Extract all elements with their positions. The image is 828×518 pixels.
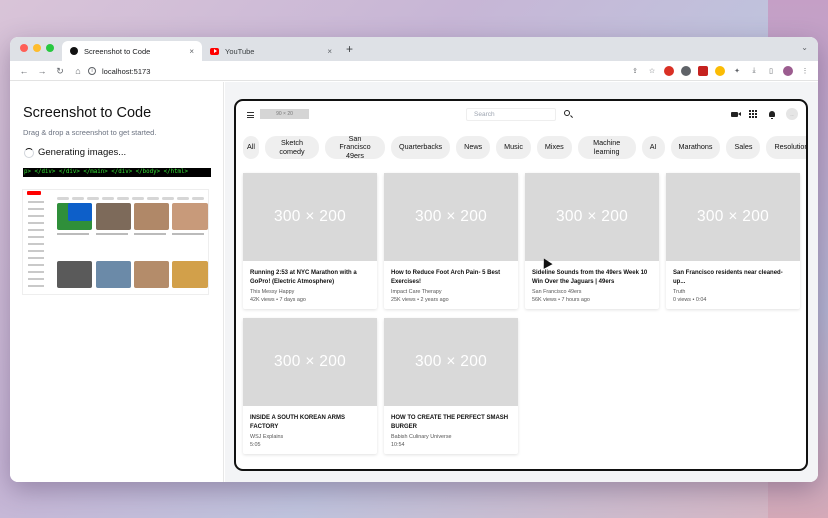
browser-toolbar: ← → ↻ ⌂ i localhost:5173 ⇪ ☆ ✦ ⤓ ▯ ⋮ (10, 61, 818, 81)
chip-machine-learning[interactable]: Machine learning (577, 136, 636, 159)
logo-placeholder[interactable]: 90 × 20 (260, 109, 309, 119)
home-button[interactable]: ⌂ (69, 66, 87, 76)
video-meta: 25K views • 2 years ago (391, 297, 449, 303)
page-title: Screenshot to Code (23, 105, 152, 121)
tab-close-icon[interactable]: × (189, 47, 194, 56)
video-title[interactable]: HOW TO CREATE THE PERFECT SMASH BURGER (391, 414, 513, 432)
extensions-bar: ⇪ ☆ ✦ ⤓ ▯ ⋮ (630, 64, 810, 78)
chip-music[interactable]: Music (496, 136, 531, 159)
video-title[interactable]: Running 2:53 at NYC Marathon with a GoPr… (250, 269, 372, 287)
uploaded-screenshot-thumbnail (23, 190, 208, 294)
browser-menu-icon[interactable]: ⋮ (800, 66, 810, 76)
video-channel[interactable]: Truth (673, 289, 685, 295)
chip-ai[interactable]: AI (641, 136, 665, 159)
sidebar-panel: Screenshot to Code Drag & drop a screens… (10, 82, 224, 482)
chip-all[interactable]: All (243, 136, 259, 159)
download-icon[interactable]: ⤓ (749, 66, 759, 76)
tab-screenshot-to-code[interactable]: Screenshot to Code × (62, 41, 202, 61)
address-bar[interactable]: i localhost:5173 (88, 64, 608, 78)
video-channel[interactable]: Babish Culinary Universe (391, 434, 452, 440)
search-input[interactable]: Search (466, 108, 556, 121)
preview-area: 90 × 20 Search ... All Sketch comedy San… (225, 82, 818, 482)
site-info-icon[interactable]: i (88, 67, 96, 75)
video-thumbnail[interactable]: 300 × 200 (384, 318, 518, 406)
new-tab-button[interactable]: + (346, 42, 353, 56)
video-meta: 10:54 (391, 442, 405, 448)
chip-san-francisco-49ers[interactable]: San Francisco 49ers (325, 134, 385, 160)
header-actions: ... (729, 108, 798, 120)
video-thumbnail[interactable]: 300 × 200 (666, 173, 800, 261)
sidebar-panel-icon[interactable]: ▯ (766, 66, 776, 76)
window-controls (20, 44, 54, 52)
tab-label: YouTube (225, 46, 255, 56)
page-subtitle: Drag & drop a screenshot to get started. (23, 128, 157, 137)
video-card[interactable]: 300 × 200 HOW TO CREATE THE PERFECT SMAS… (384, 318, 518, 454)
extension-pdf-icon[interactable] (698, 66, 708, 76)
video-meta: 42K views • 7 days ago (250, 297, 306, 303)
video-card[interactable]: 300 × 200 San Francisco residents near c… (666, 173, 800, 309)
tab-search-chevron-icon[interactable]: ⌄ (801, 43, 808, 52)
profile-avatar[interactable] (783, 66, 793, 76)
chip-quarterbacks[interactable]: Quarterbacks (391, 136, 451, 159)
tab-label: Screenshot to Code (84, 46, 151, 56)
app-favicon-icon (70, 47, 78, 55)
extension-red-icon[interactable] (664, 66, 674, 76)
video-card[interactable]: 300 × 200 Sideline Sounds from the 49ers… (525, 173, 659, 309)
youtube-favicon-icon (210, 47, 219, 55)
code-stream-output: p> </div> </div> </main> </div> </body> … (23, 168, 211, 177)
tab-close-icon[interactable]: × (327, 47, 332, 56)
video-channel[interactable]: Impact Care Therapy (391, 289, 442, 295)
extension-yellow-icon[interactable] (715, 66, 725, 76)
chip-resolutions[interactable]: Resolutions (766, 136, 806, 159)
video-title[interactable]: INSIDE A SOUTH KOREAN ARMS FACTORY (250, 414, 372, 432)
video-title[interactable]: How to Reduce Foot Arch Pain- 5 Best Exe… (391, 269, 513, 287)
url-text: localhost:5173 (102, 66, 151, 76)
video-thumbnail[interactable]: 300 × 200 (243, 318, 377, 406)
tab-youtube[interactable]: YouTube × (202, 41, 340, 61)
minimize-window-button[interactable] (33, 44, 41, 52)
create-video-icon[interactable] (729, 109, 741, 119)
generation-status: Generating images... (38, 147, 127, 158)
user-avatar[interactable]: ... (786, 108, 798, 120)
chip-marathons[interactable]: Marathons (670, 136, 721, 159)
video-title[interactable]: Sideline Sounds from the 49ers Week 10 W… (532, 269, 654, 287)
video-thumbnail[interactable]: 300 × 200 (525, 173, 659, 261)
video-thumbnail[interactable]: 300 × 200 (384, 173, 518, 261)
chip-sales[interactable]: Sales (726, 136, 761, 159)
chip-sketch-comedy[interactable]: Sketch comedy (265, 136, 319, 159)
search-icon[interactable] (564, 110, 570, 116)
share-icon[interactable]: ⇪ (630, 66, 640, 76)
video-channel[interactable]: WSJ Explains (250, 434, 283, 440)
close-window-button[interactable] (20, 44, 28, 52)
maximize-window-button[interactable] (46, 44, 54, 52)
browser-window: Screenshot to Code × YouTube × + ⌄ ← → ↻… (10, 37, 818, 482)
video-meta: 56K views • 7 hours ago (532, 297, 590, 303)
apps-grid-icon[interactable] (748, 109, 758, 119)
loading-spinner-icon (24, 148, 34, 158)
back-button[interactable]: ← (15, 66, 33, 76)
reload-button[interactable]: ↻ (51, 66, 69, 77)
video-channel[interactable]: This Messy Happy (250, 289, 294, 295)
chip-mixes[interactable]: Mixes (536, 136, 572, 159)
extensions-puzzle-icon[interactable]: ✦ (732, 66, 742, 76)
tab-strip: Screenshot to Code × YouTube × + ⌄ (10, 37, 818, 61)
notifications-bell-icon[interactable] (767, 109, 777, 119)
video-card[interactable]: 300 × 200 INSIDE A SOUTH KOREAN ARMS FAC… (243, 318, 377, 454)
preview-header: 90 × 20 Search ... (236, 101, 806, 131)
bookmark-star-icon[interactable]: ☆ (647, 66, 657, 76)
video-title[interactable]: San Francisco residents near cleaned-up.… (673, 269, 795, 287)
extension-gray-icon[interactable] (681, 66, 691, 76)
category-chips: All Sketch comedy San Francisco 49ers Qu… (243, 134, 806, 160)
video-channel[interactable]: San Francisco 49ers (532, 289, 581, 295)
forward-button[interactable]: → (33, 66, 51, 76)
video-card[interactable]: 300 × 200 Running 2:53 at NYC Marathon w… (243, 173, 377, 309)
video-meta: 5:05 (250, 442, 261, 448)
video-card[interactable]: 300 × 200 How to Reduce Foot Arch Pain- … (384, 173, 518, 309)
generated-preview-frame: 90 × 20 Search ... All Sketch comedy San… (234, 99, 808, 471)
hamburger-menu-icon[interactable] (247, 112, 254, 120)
video-thumbnail[interactable]: 300 × 200 (243, 173, 377, 261)
video-meta: 0 views • 0:04 (673, 297, 707, 303)
chip-news[interactable]: News (456, 136, 491, 159)
